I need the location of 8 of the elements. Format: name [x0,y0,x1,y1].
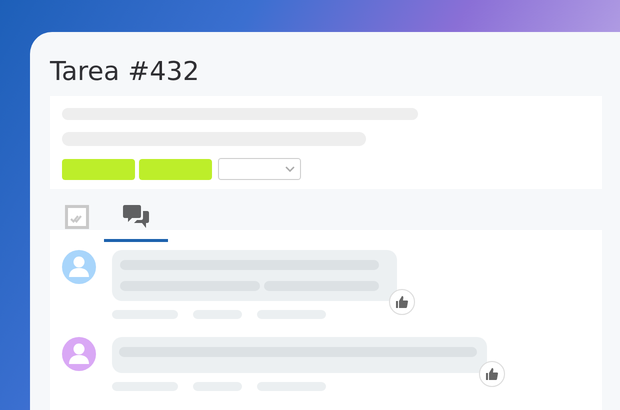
chat-bubbles-icon [123,205,149,229]
chevron-down-icon [285,166,295,172]
thumbs-up-icon [396,296,408,308]
dropdown-field[interactable] [218,158,301,180]
task-title: Tarea #432 [50,56,200,89]
like-button[interactable] [479,361,505,387]
like-button[interactable] [389,289,415,315]
thumbs-up-icon [486,368,498,380]
